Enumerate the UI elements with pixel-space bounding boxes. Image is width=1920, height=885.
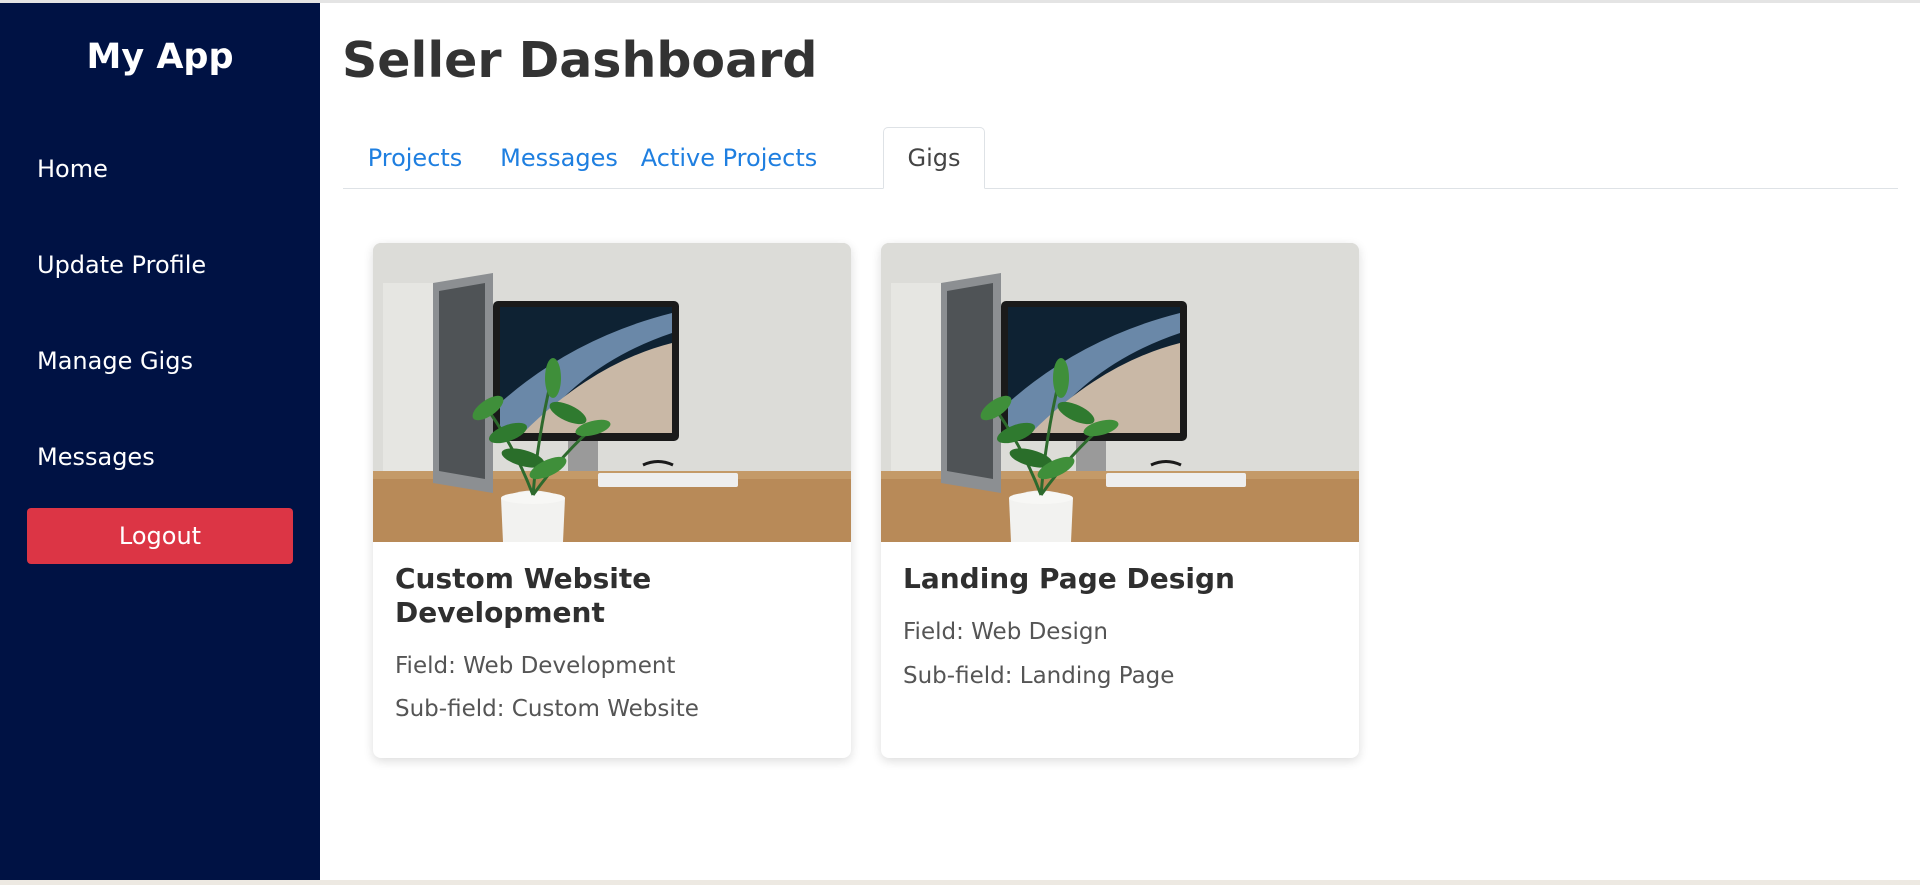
page-title: Seller Dashboard (342, 32, 818, 89)
gig-image (373, 243, 851, 542)
gig-subfield: Sub-field: Custom Website (395, 696, 699, 722)
gig-field: Field: Web Design (903, 619, 1109, 645)
tab-active-projects[interactable]: Active Projects (631, 127, 827, 189)
tab-messages[interactable]: Messages (487, 127, 631, 189)
sidebar-item-manage-gigs[interactable]: Manage Gigs (37, 345, 193, 377)
sidebar-item-messages[interactable]: Messages (37, 441, 155, 473)
gig-subfield: Sub-field: Landing Page (903, 663, 1175, 689)
sidebar-item-home[interactable]: Home (37, 153, 108, 185)
tab-bar: Projects Messages Active Projects Gigs (343, 127, 1898, 189)
tab-projects[interactable]: Projects (343, 127, 487, 189)
sidebar-item-update-profile[interactable]: Update Profile (37, 249, 206, 281)
sidebar: My App Home Update Profile Manage Gigs M… (0, 3, 320, 880)
logout-button[interactable]: Logout (27, 508, 293, 564)
app-brand: My App (86, 37, 234, 77)
gig-card[interactable]: Custom Website Development Field: Web De… (373, 243, 851, 758)
gig-card[interactable]: Landing Page Design Field: Web Design Su… (881, 243, 1359, 758)
tab-gigs[interactable]: Gigs (883, 127, 985, 189)
bottom-border (0, 880, 1920, 885)
gig-title: Custom Website Development (395, 562, 652, 629)
gig-image (881, 243, 1359, 542)
desk-photo-icon (881, 243, 1359, 542)
desk-photo-icon (373, 243, 851, 542)
gig-title: Landing Page Design (903, 562, 1235, 595)
gig-field: Field: Web Development (395, 653, 676, 679)
